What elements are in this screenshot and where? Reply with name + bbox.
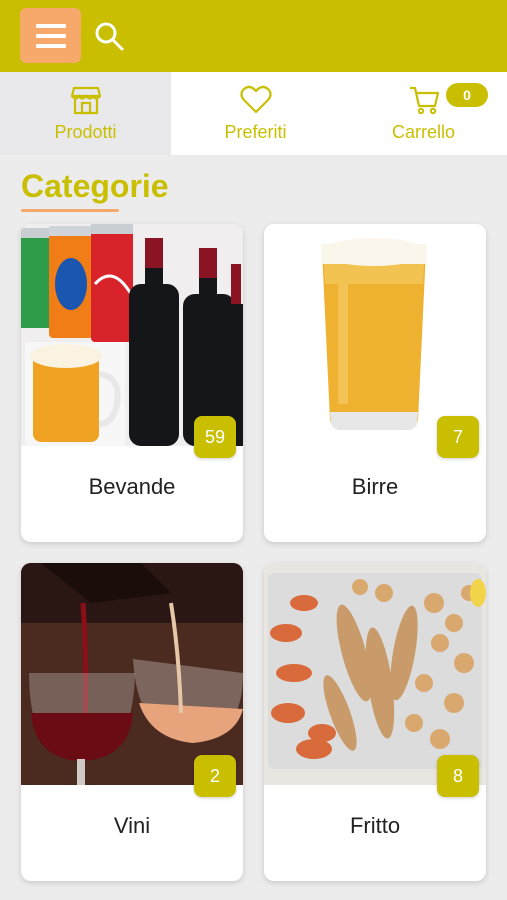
cart-count-badge: 0 (446, 83, 488, 107)
search-icon (95, 22, 124, 51)
heart-icon (239, 85, 272, 114)
category-name: Birre (351, 474, 399, 499)
category-count-badge: 8 (437, 755, 479, 797)
bottom-tabs: Prodotti Preferiti Carrello (0, 72, 507, 155)
tab-prodotti[interactable]: Prodotti (0, 72, 171, 155)
category-image-bevande (21, 224, 243, 446)
category-image-birre (264, 224, 486, 446)
top-app-bar (0, 0, 507, 72)
category-card-bevande[interactable]: 59 Bevande (21, 224, 243, 542)
category-name: Vini (113, 813, 151, 838)
menu-button[interactable] (20, 8, 81, 63)
tab-carrello-label: Carrello (391, 122, 456, 142)
category-name: Bevande (88, 474, 176, 499)
category-card-fritto[interactable]: 8 Fritto (264, 563, 486, 881)
section-title-underline (21, 209, 119, 212)
category-name: Fritto (349, 813, 401, 838)
category-image-vini (21, 563, 243, 785)
search-button[interactable] (92, 19, 126, 53)
store-icon (70, 86, 101, 115)
section-title: Categorie (21, 168, 169, 204)
category-count-badge: 59 (194, 416, 236, 458)
tab-preferiti[interactable]: Preferiti (171, 72, 340, 155)
category-image-fritto (264, 563, 486, 785)
cart-icon (409, 86, 439, 115)
hamburger-icon (35, 23, 66, 48)
category-card-birre[interactable]: 7 Birre (264, 224, 486, 542)
category-card-vini[interactable]: 2 Vini (21, 563, 243, 881)
category-count-badge: 2 (194, 755, 236, 797)
category-count-badge: 7 (437, 416, 479, 458)
tab-preferiti-label: Preferiti (224, 122, 287, 142)
tab-prodotti-label: Prodotti (54, 122, 117, 142)
